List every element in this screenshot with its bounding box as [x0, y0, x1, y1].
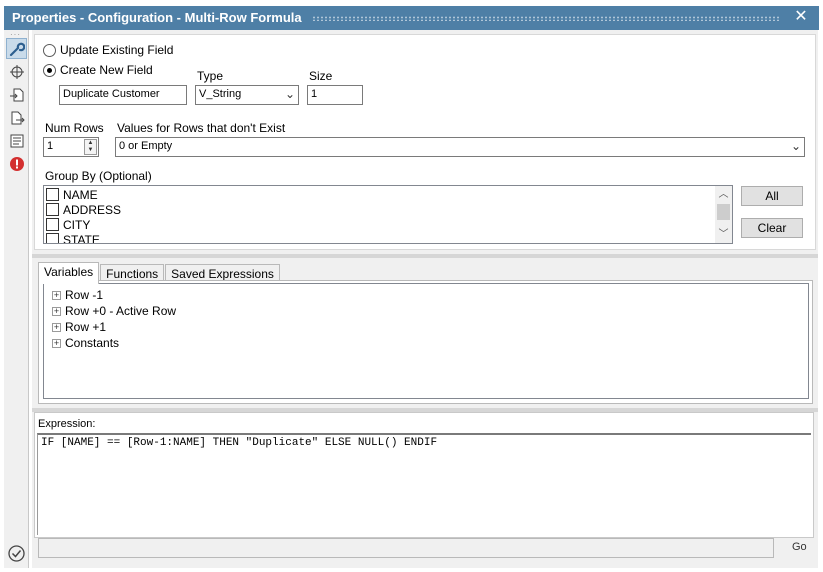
scroll-down-icon[interactable]: ﹀ — [715, 226, 732, 243]
expression-label: Expression: — [38, 418, 96, 430]
error-icon[interactable] — [6, 153, 27, 174]
group-by-scrollbar[interactable]: ︿ ﹀ — [715, 186, 732, 243]
go-button[interactable]: Go — [792, 541, 807, 553]
list-item[interactable]: CITY — [44, 217, 732, 232]
all-button[interactable]: All — [741, 186, 803, 206]
crosshair-icon[interactable] — [6, 61, 27, 82]
variables-panel: + Row -1 + Row +0 - Active Row + Row +1 … — [38, 280, 813, 404]
nonexist-rows-value: 0 or Empty — [119, 140, 173, 152]
list-item[interactable]: ADDRESS — [44, 202, 732, 217]
tree-item[interactable]: + Row +1 — [52, 320, 106, 334]
scroll-thumb[interactable] — [717, 204, 730, 220]
group-by-item-label: ADDRESS — [63, 202, 122, 217]
configuration-panel: Update Existing Field Create New Field T… — [34, 34, 816, 250]
field-name-input[interactable]: Duplicate Customer — [59, 85, 187, 105]
stepper-down-icon[interactable]: ▼ — [85, 147, 96, 154]
tree-item-label: Constants — [65, 336, 120, 350]
size-label: Size — [309, 69, 333, 83]
wrench-icon[interactable] — [6, 38, 27, 59]
expand-icon[interactable]: + — [52, 338, 61, 348]
tree-item[interactable]: + Row -1 — [52, 288, 103, 302]
left-toolbar: ··· — [4, 30, 29, 568]
num-rows-label: Num Rows — [45, 121, 104, 135]
chevron-down-icon: ⌄ — [790, 139, 801, 153]
chevron-down-icon: ⌄ — [284, 87, 295, 101]
group-by-item-label: STATE — [63, 232, 100, 244]
list-item[interactable]: NAME — [44, 187, 732, 202]
stepper-buttons: ▲ ▼ — [84, 139, 97, 155]
update-existing-radio[interactable] — [43, 43, 56, 57]
expand-icon[interactable]: + — [52, 290, 61, 300]
title-bar: Properties - Configuration - Multi-Row F… — [0, 0, 823, 34]
tab-variables[interactable]: Variables — [38, 262, 100, 284]
type-select[interactable]: V_String ⌄ — [195, 85, 299, 105]
group-by-checkbox[interactable] — [46, 203, 59, 216]
tree-item[interactable]: + Constants — [52, 336, 119, 350]
create-new-label: Create New Field — [60, 63, 153, 77]
variables-tree[interactable]: + Row -1 + Row +0 - Active Row + Row +1 … — [43, 283, 809, 399]
group-by-checkbox[interactable] — [46, 233, 59, 243]
group-by-label: Group By (Optional) — [45, 169, 152, 183]
tree-item-label: Row +1 — [65, 320, 107, 334]
create-new-radio[interactable] — [43, 63, 56, 77]
clear-button[interactable]: Clear — [741, 218, 803, 238]
input-arrow-icon[interactable] — [6, 84, 27, 105]
type-select-value: V_String — [199, 88, 242, 100]
tree-item-label: Row +0 - Active Row — [65, 304, 177, 318]
stepper-up-icon[interactable]: ▲ — [85, 140, 96, 147]
nonexist-rows-label: Values for Rows that don't Exist — [117, 121, 286, 135]
num-rows-value: 1 — [47, 140, 54, 152]
title-bar-background[interactable]: Properties - Configuration - Multi-Row F… — [4, 6, 819, 30]
tree-item[interactable]: + Row +0 - Active Row — [52, 304, 176, 318]
group-by-item-label: CITY — [63, 217, 91, 232]
size-input[interactable]: 1 — [307, 85, 363, 105]
scroll-up-icon[interactable]: ︿ — [715, 186, 732, 203]
update-existing-label: Update Existing Field — [60, 43, 174, 57]
nonexist-rows-select[interactable]: 0 or Empty ⌄ — [115, 137, 805, 157]
group-by-list[interactable]: NAME ADDRESS CITY STATE ︿ ﹀ — [43, 185, 733, 244]
create-new-option[interactable]: Create New Field — [43, 63, 153, 77]
annotation-icon[interactable] — [6, 130, 27, 151]
window-title: Properties - Configuration - Multi-Row F… — [12, 10, 302, 25]
num-rows-stepper[interactable]: 1 ▲ ▼ — [43, 137, 99, 157]
group-by-item-label: NAME — [63, 187, 98, 202]
group-by-checkbox[interactable] — [46, 188, 59, 201]
expression-editor[interactable]: IF [NAME] == [Row-1:NAME] THEN "Duplicat… — [37, 433, 811, 535]
tab-strip: Variables Functions Saved Expressions — [38, 262, 281, 284]
expand-icon[interactable]: + — [52, 322, 61, 332]
list-item[interactable]: STATE — [44, 232, 732, 244]
update-existing-option[interactable]: Update Existing Field — [43, 43, 173, 57]
expand-icon[interactable]: + — [52, 306, 61, 316]
checkmark-circle-icon[interactable] — [8, 545, 25, 562]
group-by-checkbox[interactable] — [46, 218, 59, 231]
panel-splitter[interactable] — [32, 254, 818, 258]
expression-test-input[interactable] — [38, 538, 774, 558]
title-grip[interactable] — [312, 16, 780, 21]
tree-item-label: Row -1 — [65, 288, 104, 302]
type-label: Type — [197, 69, 224, 83]
close-icon[interactable]: ✕ — [793, 9, 809, 25]
expression-panel: Expression: IF [NAME] == [Row-1:NAME] TH… — [34, 412, 814, 538]
output-file-icon[interactable] — [6, 107, 27, 128]
main-area: Update Existing Field Create New Field T… — [32, 30, 818, 568]
